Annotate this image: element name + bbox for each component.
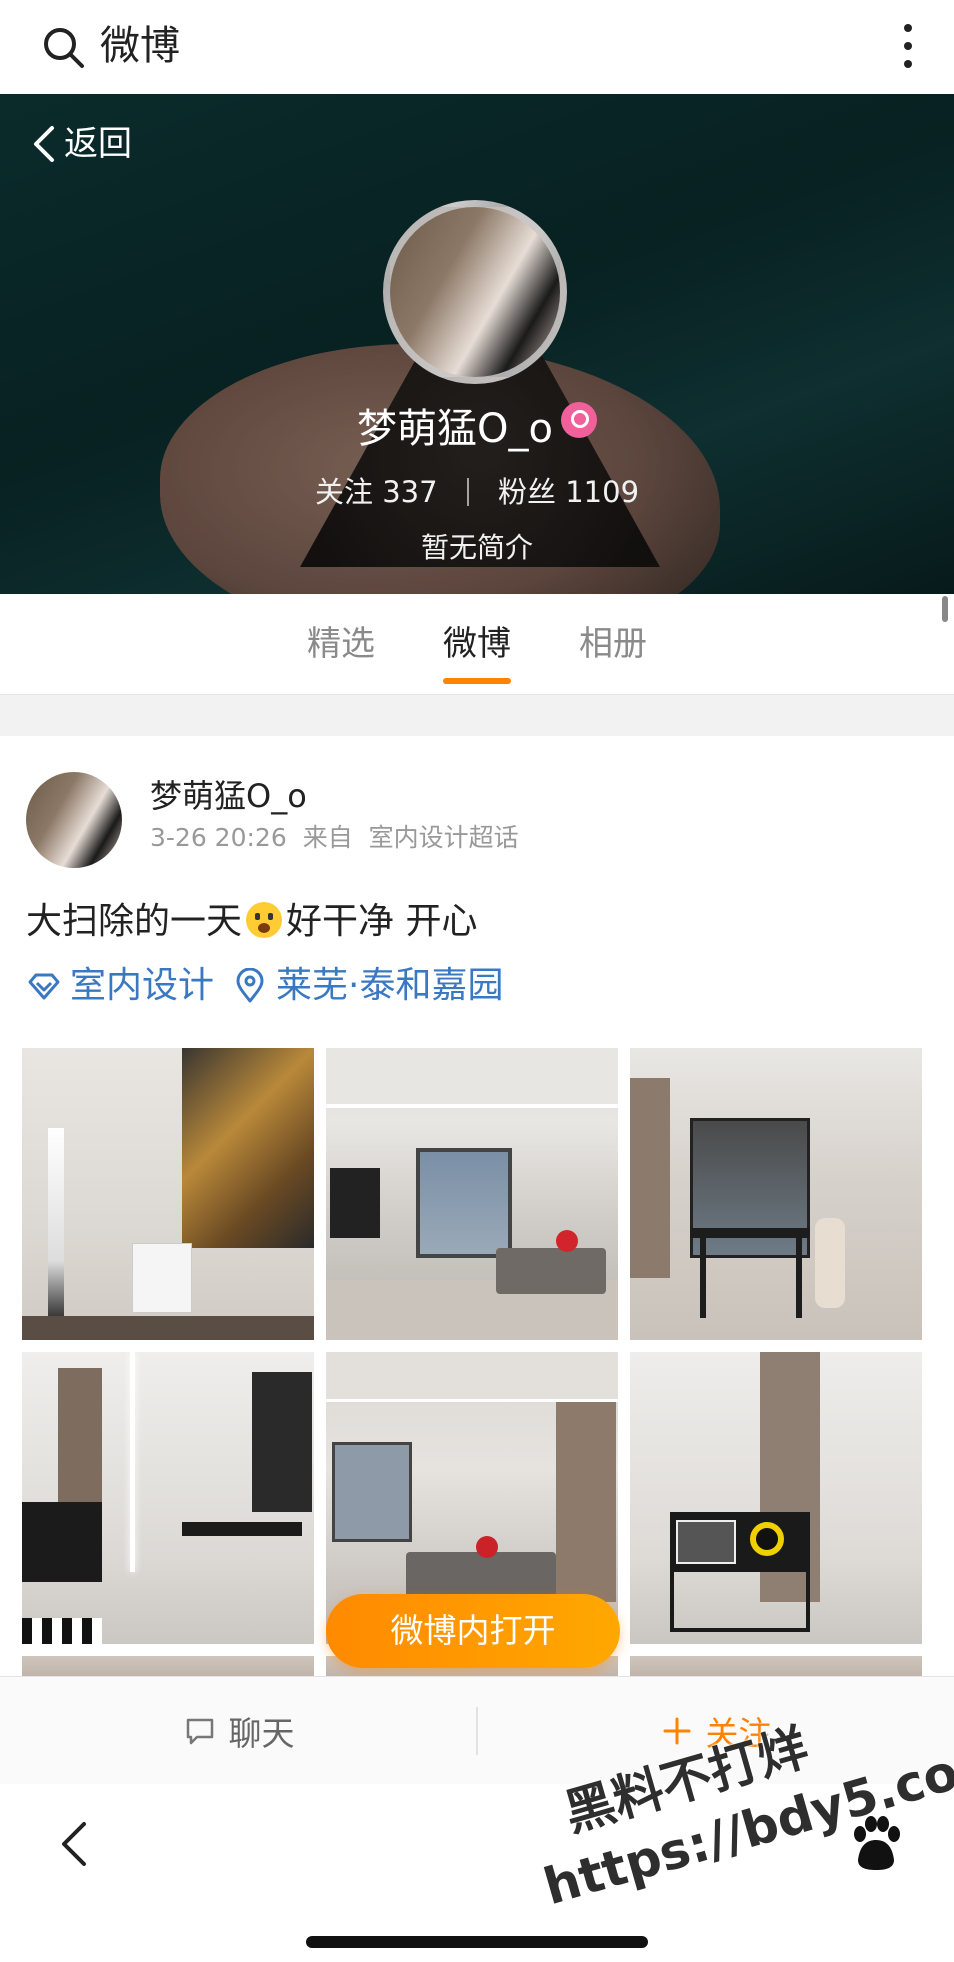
followers-count: 1109	[565, 475, 640, 509]
post-photo-2[interactable]	[326, 1048, 618, 1340]
diamond-icon	[28, 973, 60, 1000]
tab-featured[interactable]: 精选	[303, 594, 379, 694]
post-author-name[interactable]: 梦萌猛O_o	[150, 774, 307, 818]
browser-back-icon[interactable]	[54, 1816, 94, 1872]
baidu-paw-icon[interactable]	[848, 1814, 904, 1874]
topic-label: 室内设计	[70, 965, 215, 1006]
location-pin-icon	[236, 968, 264, 1003]
stats-divider	[466, 478, 469, 506]
post-source[interactable]: 室内设计超话	[369, 823, 519, 852]
back-button[interactable]: 返回	[30, 122, 132, 166]
topic-link-interior-design[interactable]: 室内设计	[26, 960, 214, 1012]
post-topics: 室内设计 莱芜·泰和嘉园	[26, 960, 503, 1012]
section-divider	[0, 694, 954, 736]
post-author-avatar[interactable]	[26, 772, 122, 868]
more-options-icon[interactable]	[898, 20, 918, 72]
open-in-app-button[interactable]: 微博内打开	[326, 1594, 620, 1668]
post-card: 梦萌猛O_o 3-26 20:26 来自 室内设计超话 大扫除的一天 好干净 开心…	[0, 736, 954, 1678]
profile-header-banner: 返回 梦萌猛O_o 关注 337 粉丝 1109 暂无简介	[0, 94, 954, 594]
app-name: 微博	[100, 23, 180, 69]
top-app-bar: 微博	[0, 0, 954, 94]
topic-link-location[interactable]: 莱芜·泰和嘉园	[232, 960, 503, 1012]
profile-name-row: 梦萌猛O_o	[0, 402, 954, 455]
post-time: 3-26 20:26	[150, 823, 287, 852]
tab-weibo[interactable]: 微博	[439, 594, 515, 694]
chat-bubble-icon	[186, 1718, 213, 1745]
profile-action-bar: 聊天 关注	[0, 1676, 954, 1784]
post-photo-9[interactable]	[630, 1656, 922, 1678]
post-text-part2: 好干净 开心	[286, 901, 478, 942]
post-photo-7[interactable]	[22, 1656, 314, 1678]
profile-tabs: 精选 微博 相册	[0, 594, 954, 694]
chat-label: 聊天	[228, 1714, 295, 1753]
plus-icon	[663, 1717, 690, 1745]
profile-name: 梦萌猛O_o	[357, 406, 553, 452]
following-label: 关注	[314, 475, 373, 509]
browser-bottom-nav	[0, 1784, 954, 1962]
post-photo-6[interactable]	[630, 1352, 922, 1644]
tab-album[interactable]: 相册	[575, 594, 651, 694]
post-text: 大扫除的一天 好干净 开心	[26, 896, 477, 948]
follow-button[interactable]: 关注	[477, 1677, 954, 1785]
post-meta: 3-26 20:26 来自 室内设计超话	[150, 820, 527, 856]
search-icon[interactable]	[40, 24, 86, 70]
profile-stats: 关注 337 粉丝 1109	[0, 472, 954, 512]
chat-button[interactable]: 聊天	[0, 1677, 477, 1785]
chevron-left-icon	[34, 126, 54, 162]
back-label: 返回	[64, 124, 132, 164]
followers-stat[interactable]: 粉丝 1109	[498, 475, 639, 509]
home-indicator[interactable]	[306, 1936, 648, 1948]
post-photo-1[interactable]	[22, 1048, 314, 1340]
female-badge-icon	[560, 402, 597, 438]
post-source-prefix: 来自	[302, 823, 353, 852]
profile-avatar[interactable]	[383, 200, 567, 384]
location-label: 莱芜·泰和嘉园	[276, 965, 504, 1006]
profile-bio: 暂无简介	[420, 531, 533, 564]
follow-label: 关注	[705, 1714, 772, 1753]
scrollbar[interactable]	[942, 596, 948, 622]
post-photo-4[interactable]	[22, 1352, 314, 1644]
following-stat[interactable]: 关注 337	[315, 475, 447, 509]
following-count: 337	[382, 475, 438, 509]
scared-face-emoji-icon	[246, 902, 283, 938]
post-photo-3[interactable]	[630, 1048, 922, 1340]
followers-label: 粉丝	[497, 475, 556, 509]
post-text-part1: 大扫除的一天	[26, 901, 243, 942]
